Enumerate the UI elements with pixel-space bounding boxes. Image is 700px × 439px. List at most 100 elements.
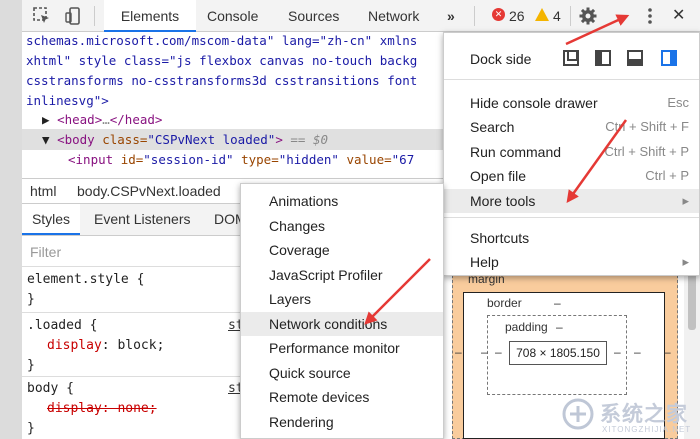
left-panel-edge bbox=[0, 0, 22, 439]
settings-gear-icon[interactable] bbox=[578, 6, 598, 26]
tab-event-listeners[interactable]: Event Listeners bbox=[94, 204, 191, 235]
dom-attr-value: "session-id" bbox=[143, 152, 234, 167]
submenu-item-animations[interactable]: Animations bbox=[241, 189, 443, 214]
rule-selector[interactable]: .loaded { bbox=[27, 318, 97, 333]
menu-item-shortcut: Esc bbox=[667, 95, 689, 110]
menu-separator bbox=[444, 79, 699, 80]
toolbar-divider bbox=[474, 6, 475, 26]
submenu-item-javascript-profiler[interactable]: JavaScript Profiler bbox=[241, 263, 443, 288]
dom-attr: type= bbox=[233, 152, 279, 167]
menu-item-label: Help bbox=[470, 254, 499, 270]
dock-left-icon[interactable] bbox=[595, 50, 611, 66]
watermark-text: 系统之家 bbox=[600, 402, 688, 426]
dom-attr: class= bbox=[102, 132, 148, 147]
box-model-margin-right-value: – bbox=[664, 345, 671, 359]
close-devtools-button[interactable]: ✕ bbox=[672, 0, 685, 32]
dom-tag: <body bbox=[57, 132, 103, 147]
box-model-padding-right-value: – bbox=[614, 345, 621, 359]
dom-text: xhtml" style class="js flexbox canvas no… bbox=[26, 53, 418, 68]
expand-triangle-icon[interactable]: ▶ bbox=[42, 112, 50, 127]
tab-elements[interactable]: Elements bbox=[104, 0, 196, 32]
dom-line[interactable]: schemas.microsoft.com/mscom-data" lang="… bbox=[26, 31, 417, 51]
box-model-content-size[interactable]: 708 × 1805.150 bbox=[509, 341, 607, 365]
toolbar-divider bbox=[570, 6, 571, 26]
box-model-padding-left-value: – bbox=[495, 345, 502, 359]
warning-count[interactable]: 4 bbox=[553, 0, 561, 32]
menu-item-run-command[interactable]: Run command Ctrl + Shift + P bbox=[444, 140, 699, 164]
dom-text: inlinesvg"> bbox=[26, 93, 109, 108]
dom-tag: <head> bbox=[57, 112, 103, 127]
menu-item-help[interactable]: Help ▸ bbox=[444, 250, 699, 274]
dom-line-body[interactable]: ▼ <body class="CSPvNext loaded"> == $0 bbox=[42, 130, 328, 150]
submenu-item-layers[interactable]: Layers bbox=[241, 287, 443, 312]
watermark-subtext: XITONGZHIJIA.NET bbox=[602, 425, 692, 434]
rule-close: } bbox=[27, 292, 35, 307]
dom-ellipsis[interactable]: … bbox=[102, 112, 110, 127]
rule-close: } bbox=[27, 358, 35, 373]
submenu-arrow-icon: ▸ bbox=[682, 193, 689, 208]
dock-undock-icon[interactable] bbox=[563, 50, 579, 66]
dom-text: schemas.microsoft.com/mscom-data" lang="… bbox=[26, 33, 418, 48]
css-declaration-overridden[interactable]: display: none; bbox=[47, 401, 157, 416]
dom-selected-marker: == $0 bbox=[282, 132, 328, 147]
site-watermark-logo: 系统之家 XITONGZHIJIA.NET bbox=[556, 392, 700, 439]
submenu-item-performance-monitor[interactable]: Performance monitor bbox=[241, 336, 443, 361]
error-icon: ✕ bbox=[492, 8, 505, 21]
warning-icon bbox=[535, 8, 549, 21]
dom-attr-value: "CSPvNext loaded" bbox=[147, 132, 276, 147]
dock-bottom-icon[interactable] bbox=[627, 50, 643, 66]
box-model-border-left-value: – bbox=[481, 345, 488, 359]
device-toolbar-icon[interactable] bbox=[64, 6, 84, 26]
menu-item-search[interactable]: Search Ctrl + Shift + F bbox=[444, 115, 699, 139]
dom-attr: value= bbox=[338, 152, 392, 167]
menu-item-label: More tools bbox=[470, 193, 536, 209]
more-tools-submenu: Animations Changes Coverage JavaScript P… bbox=[240, 183, 444, 439]
css-property: display bbox=[47, 338, 102, 353]
rule-selector[interactable]: element.style { bbox=[27, 272, 144, 287]
dom-tag: > bbox=[275, 132, 283, 147]
tab-sources[interactable]: Sources bbox=[288, 0, 339, 32]
error-count[interactable]: 26 bbox=[509, 0, 525, 32]
menu-item-shortcut: Ctrl + Shift + P bbox=[604, 144, 689, 159]
submenu-item-quick-source[interactable]: Quick source bbox=[241, 361, 443, 386]
dom-text: csstransforms no-csstransforms3d csstran… bbox=[26, 73, 418, 88]
submenu-item-coverage[interactable]: Coverage bbox=[241, 238, 443, 263]
more-tabs-button[interactable]: » bbox=[447, 0, 455, 32]
submenu-item-rendering[interactable]: Rendering bbox=[241, 410, 443, 435]
tab-styles[interactable]: Styles bbox=[22, 204, 80, 235]
submenu-item-network-conditions[interactable]: Network conditions bbox=[241, 311, 443, 336]
dom-line[interactable]: csstransforms no-csstransforms3d csstran… bbox=[26, 71, 417, 91]
menu-item-hide-console-drawer[interactable]: Hide console drawer Esc bbox=[444, 91, 699, 115]
menu-item-more-tools[interactable]: More tools ▸ bbox=[444, 189, 699, 213]
menu-item-open-file[interactable]: Open file Ctrl + P bbox=[444, 164, 699, 188]
breadcrumb-body[interactable]: body.CSPvNext.loaded bbox=[77, 179, 221, 203]
scrollbar-thumb[interactable] bbox=[688, 270, 696, 330]
dock-right-icon[interactable] bbox=[661, 50, 677, 66]
dom-attr-value: "67 bbox=[391, 152, 415, 167]
dom-line-input[interactable]: <input id="session-id" type="hidden" val… bbox=[68, 150, 414, 170]
dom-line[interactable]: xhtml" style class="js flexbox canvas no… bbox=[26, 51, 417, 71]
tab-network[interactable]: Network bbox=[368, 0, 419, 32]
dom-line[interactable]: inlinesvg"> bbox=[26, 91, 109, 111]
css-declaration[interactable]: display: block; bbox=[47, 338, 164, 353]
submenu-item-remote-devices[interactable]: Remote devices bbox=[241, 385, 443, 410]
box-model-border-right-value: – bbox=[634, 345, 641, 359]
menu-item-shortcuts[interactable]: Shortcuts bbox=[444, 226, 699, 250]
rule-selector[interactable]: body { bbox=[27, 381, 74, 396]
menu-item-label: Search bbox=[470, 119, 515, 135]
tab-console[interactable]: Console bbox=[207, 0, 258, 32]
dom-attr: id= bbox=[120, 152, 144, 167]
inspect-element-icon[interactable] bbox=[32, 6, 52, 26]
collapse-triangle-icon[interactable]: ▼ bbox=[42, 132, 50, 147]
devtools-toolbar: Elements Console Sources Network » ✕ 26 … bbox=[22, 0, 700, 32]
kebab-menu-icon[interactable] bbox=[640, 6, 660, 26]
dom-line-head[interactable]: ▶ <head>…</head> bbox=[42, 110, 162, 130]
box-model-border-value: – bbox=[554, 296, 561, 310]
rule-close: } bbox=[27, 421, 35, 436]
breadcrumb-html[interactable]: html bbox=[30, 179, 56, 203]
submenu-item-changes[interactable]: Changes bbox=[241, 214, 443, 239]
submenu-arrow-icon: ▸ bbox=[682, 254, 689, 269]
menu-item-label: Open file bbox=[470, 168, 527, 184]
menu-item-label: Hide console drawer bbox=[470, 95, 598, 111]
devtools-main-menu: Dock side Hide console drawer Esc Search C… bbox=[443, 32, 700, 276]
